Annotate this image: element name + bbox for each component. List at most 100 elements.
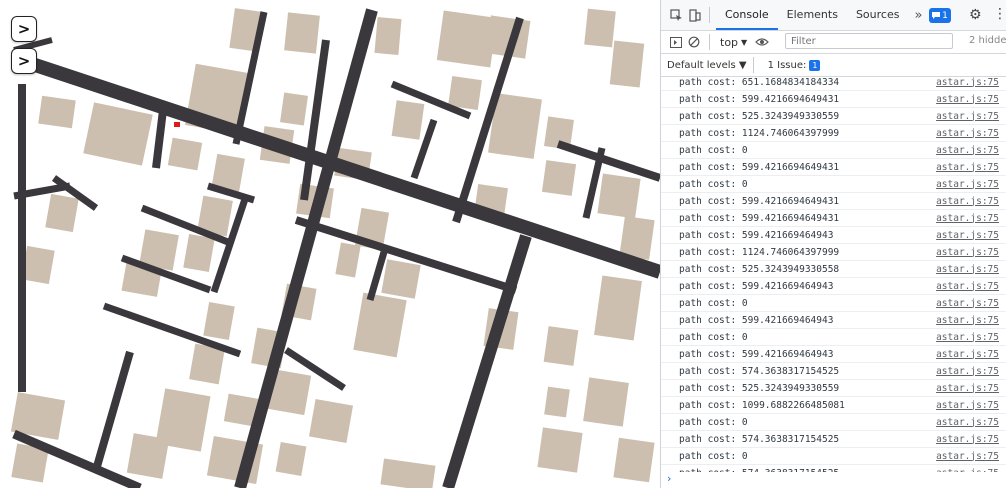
log-message: path cost: 599.421669464943	[679, 348, 834, 360]
building	[374, 17, 402, 55]
log-source-link[interactable]: astar.js:75	[936, 77, 999, 88]
tab-sources[interactable]: Sources	[847, 0, 909, 30]
building	[381, 259, 421, 299]
building	[308, 398, 354, 444]
console-log-row: path cost: 0 astar.js:75	[661, 414, 1006, 431]
log-source-link[interactable]: astar.js:75	[936, 315, 999, 326]
console-log-row: path cost: 525.3243949330558 astar.js:75	[661, 261, 1006, 278]
console-log-row: path cost: 0 astar.js:75	[661, 329, 1006, 346]
log-message: path cost: 0	[679, 450, 748, 462]
log-message: path cost: 0	[679, 331, 748, 343]
console-log-row: path cost: 651.1684834184334 astar.js:75	[661, 74, 1006, 91]
issues-badge[interactable]: 1	[929, 8, 951, 23]
log-source-link[interactable]: astar.js:75	[936, 196, 999, 207]
console-log[interactable]: path cost: 651.1684834184334 astar.js:75 p…	[661, 74, 1006, 472]
console-log-row: path cost: 574.3638317154525 astar.js:75	[661, 363, 1006, 380]
building	[280, 92, 308, 126]
devtools-panel: Console Elements Sources » 1 ⚙ ⋮ top ▼ 2…	[660, 0, 1006, 488]
log-message: path cost: 1124.746064397999	[679, 246, 840, 258]
log-message: path cost: 1124.746064397999	[679, 127, 840, 139]
log-source-link[interactable]: astar.js:75	[936, 298, 999, 309]
log-source-link[interactable]: astar.js:75	[936, 264, 999, 275]
building	[83, 102, 153, 166]
log-source-link[interactable]: astar.js:75	[936, 162, 999, 173]
road	[92, 350, 134, 472]
building	[448, 76, 482, 110]
divider	[752, 57, 754, 73]
log-source-link[interactable]: astar.js:75	[936, 366, 999, 377]
building	[537, 427, 583, 473]
more-options-icon[interactable]: ⋮	[993, 6, 1006, 22]
more-tabs-icon[interactable]: »	[908, 8, 928, 23]
building	[380, 458, 436, 488]
building	[594, 275, 642, 341]
building	[353, 292, 407, 358]
log-source-link[interactable]: astar.js:75	[936, 145, 999, 156]
console-log-row: path cost: 599.4216694649431 astar.js:75	[661, 159, 1006, 176]
log-source-link[interactable]: astar.js:75	[936, 468, 999, 473]
log-message: path cost: 599.421669464943	[679, 280, 834, 292]
log-message: path cost: 1099.6882266485081	[679, 399, 845, 411]
log-source-link[interactable]: astar.js:75	[936, 213, 999, 224]
log-message: path cost: 525.3243949330558	[679, 263, 840, 275]
message-icon	[932, 12, 941, 19]
log-source-link[interactable]: astar.js:75	[936, 383, 999, 394]
expand-panel-button[interactable]: >	[11, 16, 37, 42]
context-selector[interactable]: top ▼	[720, 36, 747, 49]
building	[597, 173, 641, 219]
building	[38, 95, 76, 129]
building	[183, 234, 215, 272]
sidebar-toggle-icon[interactable]	[667, 33, 685, 51]
gear-icon[interactable]: ⚙	[969, 7, 982, 23]
building	[583, 377, 629, 427]
expand-controls-button[interactable]: >	[11, 48, 37, 74]
divider	[709, 34, 710, 50]
console-log-row: path cost: 525.3243949330559 astar.js:75	[661, 380, 1006, 397]
device-toolbar-icon[interactable]	[685, 6, 703, 24]
log-source-link[interactable]: astar.js:75	[936, 434, 999, 445]
inspect-element-icon[interactable]	[667, 6, 685, 24]
console-log-row: path cost: 0 astar.js:75	[661, 142, 1006, 159]
log-source-link[interactable]: astar.js:75	[936, 332, 999, 343]
log-message: path cost: 574.3638317154525	[679, 433, 840, 445]
building	[544, 386, 570, 418]
issues-mini-badge: 1	[809, 59, 821, 71]
issues-link[interactable]: 1 Issue: 1	[768, 59, 821, 71]
console-log-row: path cost: 599.4216694649431 astar.js:75	[661, 193, 1006, 210]
tab-console[interactable]: Console	[716, 0, 778, 30]
log-source-link[interactable]: astar.js:75	[936, 111, 999, 122]
log-message: path cost: 0	[679, 178, 748, 190]
log-message: path cost: 599.421669464943	[679, 229, 834, 241]
log-message: path cost: 525.3243949330559	[679, 382, 840, 394]
log-source-link[interactable]: astar.js:75	[936, 247, 999, 258]
building	[543, 326, 579, 366]
log-message: path cost: 0	[679, 416, 748, 428]
default-levels-dropdown[interactable]: Default levels ▼	[667, 60, 747, 71]
tab-elements[interactable]: Elements	[778, 0, 847, 30]
issues-count: 1	[942, 10, 948, 21]
log-message: path cost: 651.1684834184334	[679, 76, 840, 88]
building	[284, 12, 320, 54]
filter-input[interactable]	[785, 33, 953, 49]
console-prompt[interactable]: ›	[667, 472, 671, 485]
log-source-link[interactable]: astar.js:75	[936, 400, 999, 411]
log-source-link[interactable]: astar.js:75	[936, 230, 999, 241]
log-source-link[interactable]: astar.js:75	[936, 417, 999, 428]
log-source-link[interactable]: astar.js:75	[936, 94, 999, 105]
log-source-link[interactable]: astar.js:75	[936, 179, 999, 190]
log-message: path cost: 599.4216694649431	[679, 212, 840, 224]
clear-console-icon[interactable]	[685, 33, 703, 51]
log-message: path cost: 574.3638317154525	[679, 365, 840, 377]
console-log-row: path cost: 0 astar.js:75	[661, 176, 1006, 193]
building	[45, 193, 79, 233]
eye-icon[interactable]	[753, 33, 771, 51]
log-source-link[interactable]: astar.js:75	[936, 451, 999, 462]
log-message: path cost: 0	[679, 297, 748, 309]
street-map[interactable]	[0, 0, 660, 488]
log-source-link[interactable]: astar.js:75	[936, 281, 999, 292]
log-source-link[interactable]: astar.js:75	[936, 349, 999, 360]
log-source-link[interactable]: astar.js:75	[936, 128, 999, 139]
log-message: path cost: 599.4216694649431	[679, 93, 840, 105]
building	[391, 100, 425, 140]
map-canvas[interactable]: > >	[0, 0, 660, 488]
